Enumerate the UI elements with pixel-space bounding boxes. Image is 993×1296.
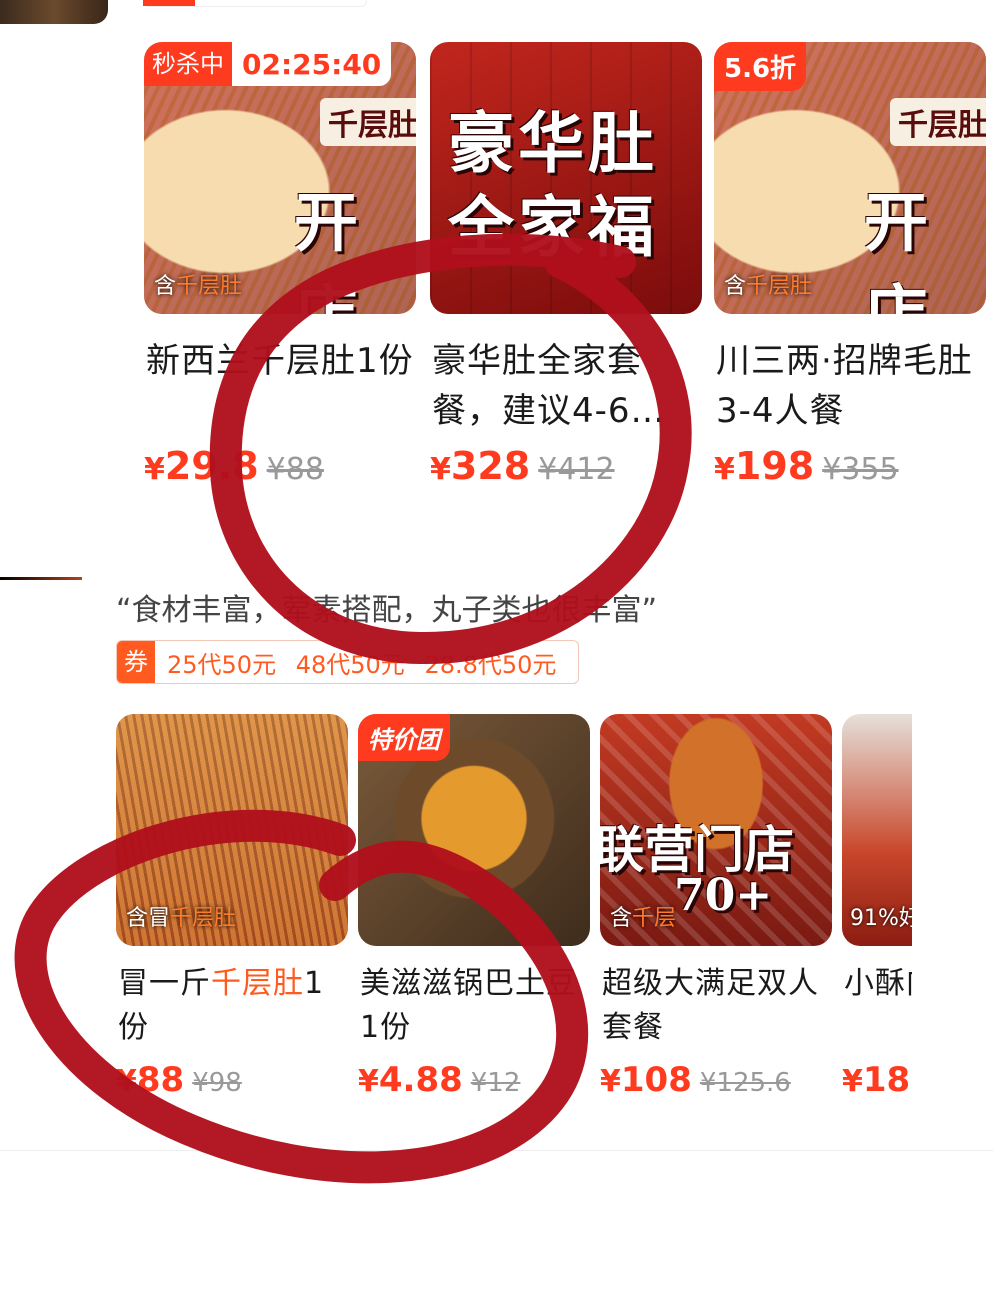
contains-highlight: 千层: [632, 906, 677, 931]
current-price: ¥198: [714, 444, 814, 488]
price-value: 108: [620, 1060, 692, 1100]
image-caption-sub: 70+: [674, 870, 773, 921]
countdown-timer: 02:25:40: [242, 47, 382, 81]
review-quote: “食材丰富，荤素搭配，丸子类也很丰富”: [116, 593, 658, 628]
deal-card-2[interactable]: 豪华肚 全家福 豪华肚全家套餐，建议4-6… ¥328 ¥412: [430, 42, 702, 502]
deal-title[interactable]: 冒一斤千层肚1份: [118, 962, 348, 1050]
price-value: 198: [734, 444, 815, 488]
price-row: ¥88 ¥98: [116, 1060, 242, 1100]
deal-card-row2-4[interactable]: 91%好评 小酥肉 ¥18¥: [842, 714, 912, 1114]
rating-tag: 91%好评: [850, 906, 912, 931]
original-price: ¥12: [470, 1068, 521, 1098]
contains-tag: 含千层肚: [154, 268, 242, 300]
price-row: ¥4.88 ¥12: [358, 1060, 520, 1100]
deal-title[interactable]: 川三两·招牌毛肚3-4人餐: [716, 336, 984, 436]
deal-card-row2-3[interactable]: 联营门店 70+ 含千层 超级大满足双人套餐 ¥108 ¥125.6: [600, 714, 832, 1114]
previous-item-thumbnail[interactable]: [0, 0, 108, 24]
contains-tag: 含千层: [610, 900, 676, 932]
coupon-row[interactable]: 券 25代50元 48代50元 28.8代50元: [116, 640, 580, 684]
deal-card-1[interactable]: 千层肚 开店 秒杀中 02:25:40 含千层肚 新西兰千层肚1份 ¥29.8¥…: [144, 42, 416, 502]
deal-image[interactable]: 千层肚 开店 秒杀中 02:25:40 含千层肚: [144, 42, 416, 314]
deal-title[interactable]: 超级大满足双人套餐: [602, 962, 834, 1050]
deal-card-row2-1[interactable]: 含冒千层肚 冒一斤千层肚1份 ¥88 ¥98: [116, 714, 348, 1114]
flash-sale-label: 秒杀中: [144, 42, 232, 86]
deal-image[interactable]: 联营门店 70+ 含千层: [600, 714, 832, 946]
deal-image[interactable]: 豪华肚 全家福: [430, 42, 702, 314]
deal-title[interactable]: 美滋滋锅巴土豆1份: [360, 962, 592, 1050]
image-caption-top: 千层肚: [890, 98, 986, 146]
original-price: ¥88: [266, 452, 324, 487]
deal-image[interactable]: 91%好评: [842, 714, 912, 946]
contains-highlight: 千层肚: [170, 906, 237, 931]
price-value: 18: [862, 1060, 911, 1100]
original-price: ¥125.6: [699, 1068, 791, 1098]
price-row: ¥29.8 ¥88: [144, 444, 324, 488]
original-price: ¥412: [538, 452, 615, 487]
deal-title[interactable]: 豪华肚全家套餐，建议4-6…: [432, 336, 700, 436]
price-row: ¥18¥: [842, 1060, 912, 1100]
currency-symbol: ¥: [358, 1064, 379, 1099]
original-price: ¥98: [192, 1068, 242, 1098]
image-caption-line1: 豪华肚: [448, 104, 658, 182]
image-caption-line2: 全家福: [448, 188, 658, 266]
price-value: 88: [136, 1060, 185, 1100]
price-row: ¥108 ¥125.6: [600, 1060, 791, 1100]
price-value: 328: [450, 444, 531, 488]
title-part: 冒一斤: [118, 966, 211, 1001]
current-price: ¥88: [116, 1060, 184, 1100]
deal-image[interactable]: 特价团: [358, 714, 590, 946]
contains-prefix: 含: [154, 274, 177, 299]
coupon-item: 25代50元: [167, 650, 277, 679]
current-price: ¥18: [842, 1060, 910, 1100]
section-bottom-divider: [0, 1150, 993, 1151]
coupon-icon: 券: [117, 641, 155, 683]
currency-symbol: ¥: [600, 1064, 621, 1099]
deal-card-row2-2[interactable]: 特价团 美滋滋锅巴土豆1份 ¥4.88 ¥12: [358, 714, 590, 1114]
deal-image[interactable]: 千层肚 开店 5.6折 含千层肚: [714, 42, 986, 314]
contains-highlight: 千层肚: [176, 274, 243, 299]
currency-symbol: ¥: [144, 452, 165, 487]
currency-symbol: ¥: [714, 452, 735, 487]
current-price: ¥328: [430, 444, 530, 488]
price-value: 29.8: [164, 444, 259, 488]
image-caption-main: 开店: [294, 186, 358, 314]
coupon-item: 48代50元: [295, 650, 405, 679]
discount-badge: 5.6折: [714, 42, 807, 91]
deal-image[interactable]: 含冒千层肚: [116, 714, 348, 946]
coupon-item: 28.8代50元: [424, 650, 557, 679]
contains-prefix: 含冒: [126, 906, 171, 931]
deal-title[interactable]: 新西兰千层肚1份: [146, 336, 416, 386]
deal-title[interactable]: 小酥肉: [844, 962, 912, 1006]
price-row: ¥198 ¥355: [714, 444, 899, 488]
coupon-list: 25代50元 48代50元 28.8代50元: [155, 645, 578, 680]
current-price: ¥108: [600, 1060, 692, 1100]
original-price: ¥355: [822, 452, 899, 487]
flash-sale-badge: 秒杀中 02:25:40: [144, 42, 392, 86]
contains-prefix: 含: [724, 274, 747, 299]
image-caption-top: 千层肚: [320, 98, 416, 146]
price-row: ¥328 ¥412: [430, 444, 615, 488]
title-highlight: 千层肚: [211, 966, 304, 1001]
section-divider-thumbnail: [0, 577, 82, 580]
contains-tag: 含冒千层肚: [126, 900, 236, 932]
group-deal-badge: 特价团: [358, 714, 450, 761]
contains-highlight: 千层肚: [746, 274, 813, 299]
currency-symbol: ¥: [430, 452, 451, 487]
deal-card-3[interactable]: 千层肚 开店 5.6折 含千层肚 川三两·招牌毛肚3-4人餐 ¥198¥355: [714, 42, 986, 502]
current-price: ¥4.88: [358, 1060, 463, 1100]
contains-tag: 含千层肚: [724, 268, 812, 300]
top-chip-accent: [143, 0, 195, 6]
currency-symbol: ¥: [842, 1064, 863, 1099]
current-price: ¥29.8: [144, 444, 259, 488]
image-caption-main: 开店: [864, 186, 928, 314]
price-value: 4.88: [378, 1060, 463, 1100]
contains-prefix: 含: [610, 906, 633, 931]
currency-symbol: ¥: [116, 1064, 137, 1099]
